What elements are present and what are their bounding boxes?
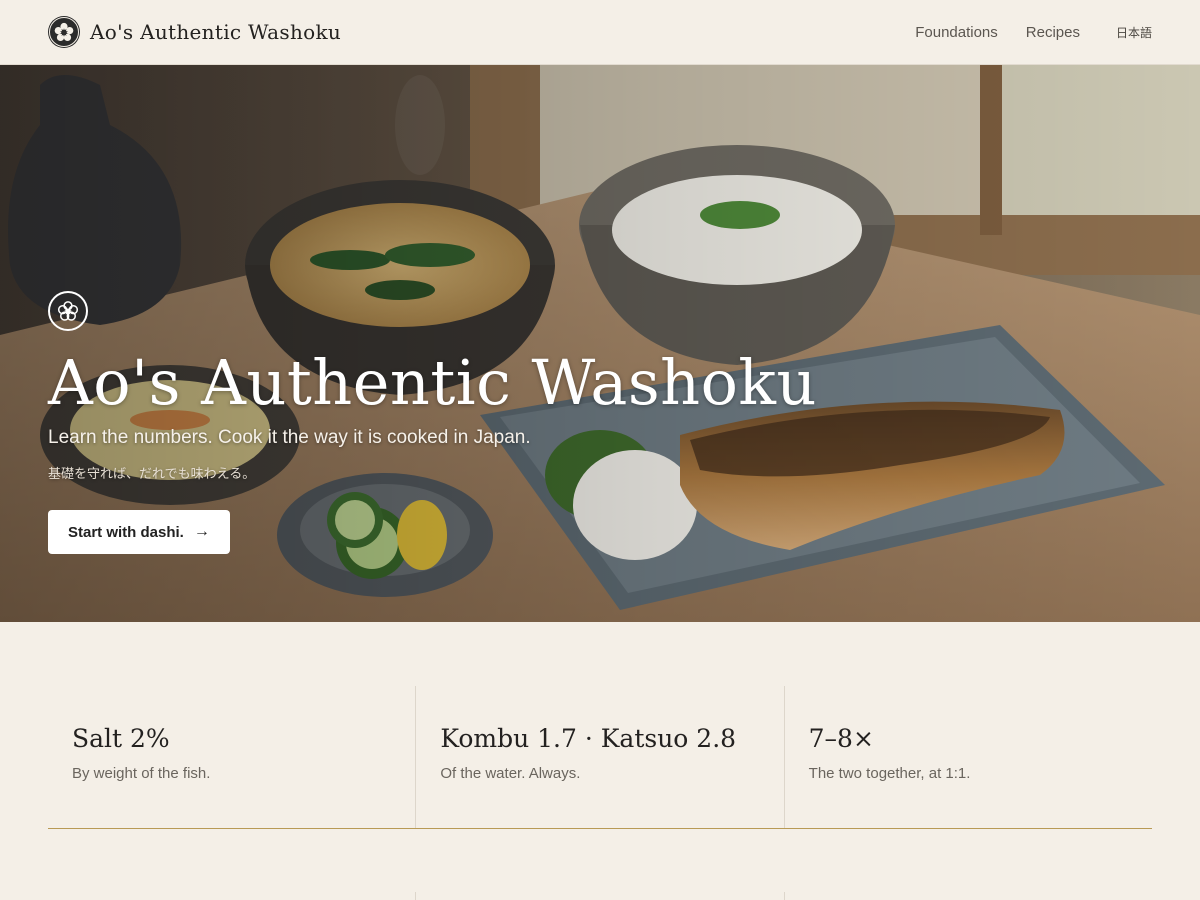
divider-column xyxy=(48,892,415,900)
cta-label: Start with dashi. xyxy=(68,523,184,541)
stat-caption: The two together, at 1:1. xyxy=(808,765,971,782)
language-switch-link[interactable]: 日本語 xyxy=(1116,24,1152,41)
stat-umami-multiplier: 7–8× The two together, at 1:1. xyxy=(783,686,1152,828)
main-nav: Foundations Recipes 日本語 xyxy=(887,24,1152,41)
stat-dashi-ratio: Kombu 1.7 · Katsuo 2.8 Of the water. Alw… xyxy=(415,686,783,828)
stat-caption: By weight of the fish. xyxy=(72,765,211,782)
start-with-dashi-button[interactable]: Start with dashi. → xyxy=(48,510,230,554)
stat-value: 7–8× xyxy=(808,724,874,753)
brand-name: Ao's Authentic Washoku xyxy=(90,20,342,44)
hero-subtitle: Learn the numbers. Cook it the way it is… xyxy=(48,427,531,448)
divider-column xyxy=(783,892,1152,900)
next-section-dividers xyxy=(48,892,1152,900)
hero-section: Ao's Authentic Washoku Learn the numbers… xyxy=(0,65,1200,622)
nav-link-recipes[interactable]: Recipes xyxy=(1026,24,1080,41)
brand-home-link[interactable]: Ao's Authentic Washoku xyxy=(48,16,341,48)
stat-salt: Salt 2% By weight of the fish. xyxy=(48,686,415,828)
hero-content: Ao's Authentic Washoku Learn the numbers… xyxy=(48,291,848,554)
plum-blossom-crest-icon xyxy=(48,16,80,48)
stat-value: Kombu 1.7 · Katsuo 2.8 xyxy=(440,724,737,753)
divider-column xyxy=(415,892,783,900)
stat-value: Salt 2% xyxy=(72,724,170,753)
hero-title: Ao's Authentic Washoku xyxy=(48,346,817,419)
nav-link-foundations[interactable]: Foundations xyxy=(915,24,998,41)
arrow-right-icon: → xyxy=(193,523,210,540)
plum-blossom-crest-icon xyxy=(48,291,88,331)
key-ratios: Salt 2% By weight of the fish. Kombu 1.7… xyxy=(48,686,1152,829)
hero-subtitle-japanese: 基礎を守れば、だれでも味わえる。 xyxy=(48,467,256,482)
stat-caption: Of the water. Always. xyxy=(440,765,581,782)
site-header: Ao's Authentic Washoku Foundations Recip… xyxy=(0,0,1200,65)
